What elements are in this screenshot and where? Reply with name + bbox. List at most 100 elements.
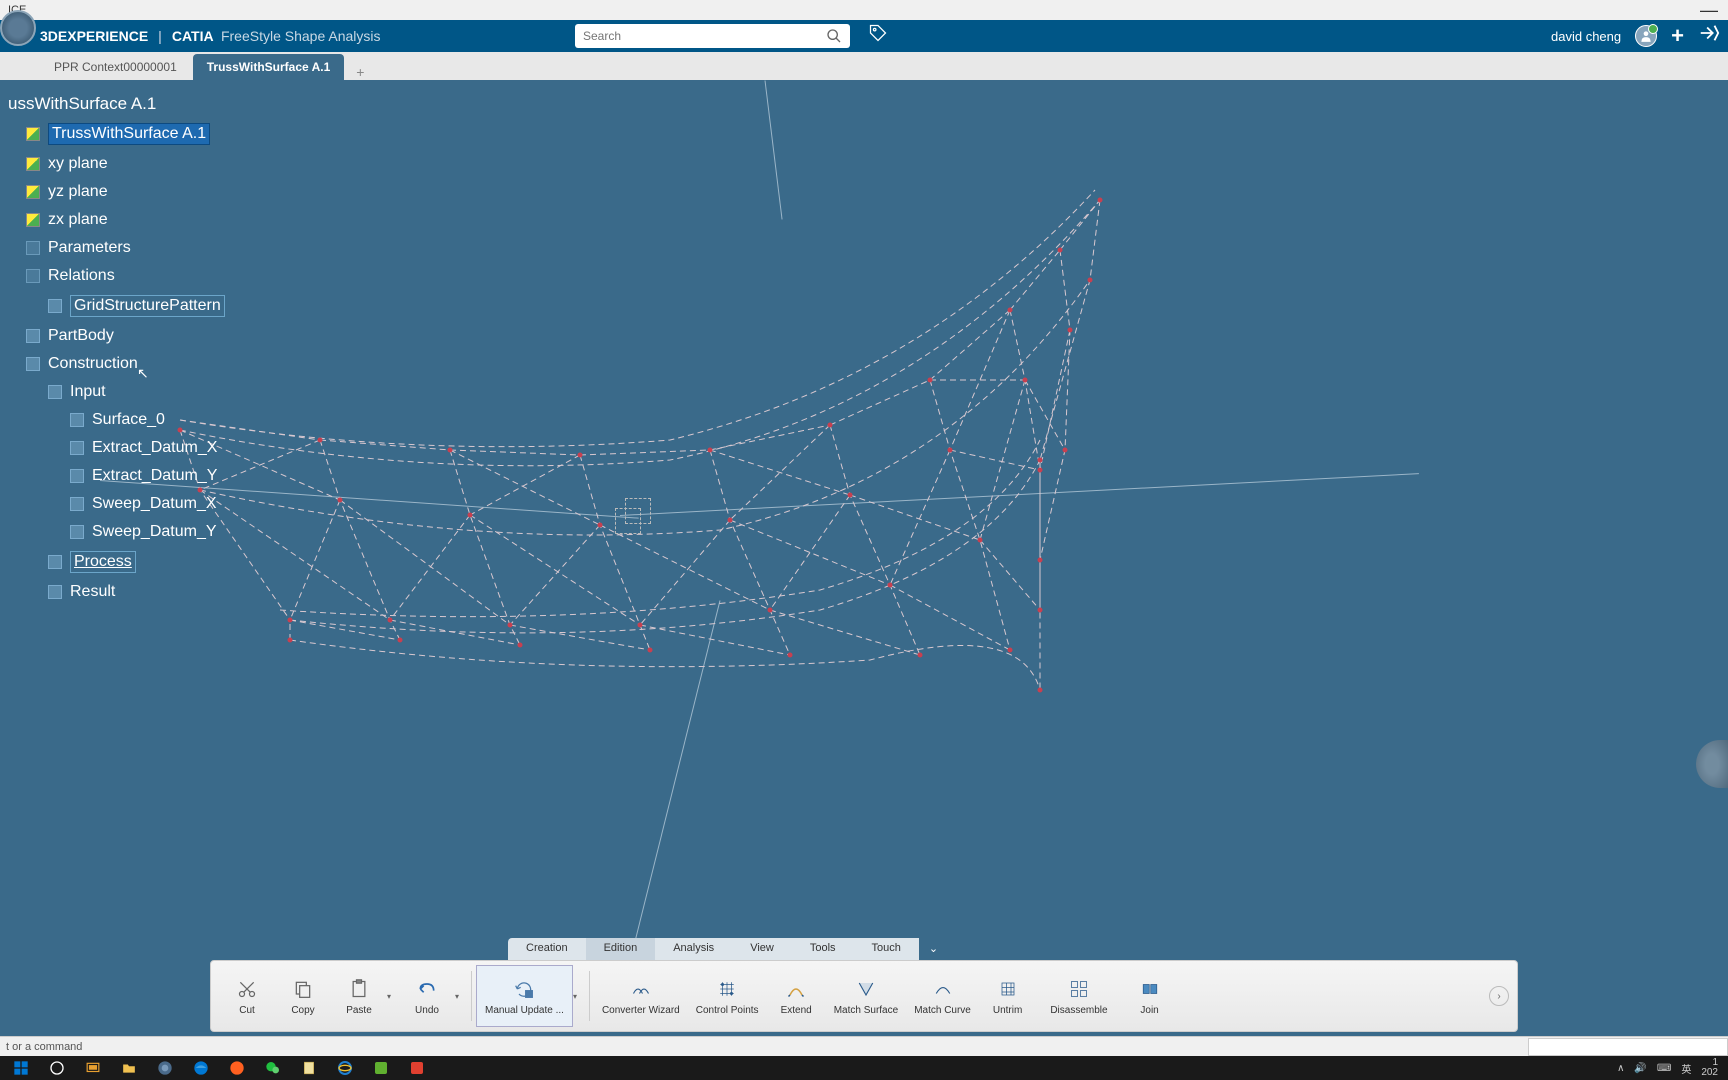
header-right: david cheng + bbox=[1551, 22, 1720, 50]
tab-creation[interactable]: Creation bbox=[508, 938, 586, 960]
tree-item-label: Result bbox=[70, 583, 115, 601]
status-input[interactable] bbox=[1528, 1038, 1728, 1056]
manual-update-button[interactable]: Manual Update ... bbox=[476, 965, 573, 1027]
paste-button[interactable]: Paste bbox=[331, 965, 387, 1027]
undo-dropdown-icon[interactable]: ▾ bbox=[455, 992, 467, 1001]
search-input[interactable] bbox=[583, 29, 826, 43]
tree-item-xy-plane[interactable]: xy plane bbox=[0, 150, 280, 178]
search-box[interactable] bbox=[575, 24, 850, 48]
tab-view[interactable]: View bbox=[732, 938, 792, 960]
cortana-icon[interactable] bbox=[40, 1057, 74, 1079]
tree-item-construction[interactable]: Construction bbox=[0, 350, 280, 378]
windows-taskbar: ∧ 🔊 ⌨ 英 1 202 bbox=[0, 1056, 1728, 1080]
tray-chevron-icon[interactable]: ∧ bbox=[1617, 1063, 1624, 1074]
tab-touch[interactable]: Touch bbox=[854, 938, 919, 960]
converter-wizard-button[interactable]: Converter Wizard bbox=[594, 965, 688, 1027]
tree-item-yz-plane[interactable]: yz plane bbox=[0, 178, 280, 206]
cut-button[interactable]: Cut bbox=[219, 965, 275, 1027]
firefox-icon[interactable] bbox=[220, 1057, 254, 1079]
minimize-icon[interactable]: — bbox=[1700, 0, 1718, 21]
tree-item-relations[interactable]: Relations bbox=[0, 262, 280, 290]
tab-edition[interactable]: Edition bbox=[586, 938, 656, 960]
tree-node-icon bbox=[70, 497, 84, 511]
tree-item-extract-datum-y[interactable]: Extract_Datum_Y bbox=[0, 462, 280, 490]
tree-item-label: Parameters bbox=[48, 239, 131, 257]
tab-analysis[interactable]: Analysis bbox=[655, 938, 732, 960]
camtasia-icon[interactable] bbox=[364, 1057, 398, 1079]
tree-item-surface-0[interactable]: Surface_0 bbox=[0, 406, 280, 434]
tree-item-label: PartBody bbox=[48, 327, 114, 345]
taskview-icon[interactable] bbox=[76, 1057, 110, 1079]
catia-icon[interactable] bbox=[148, 1057, 182, 1079]
action-toolbar: Cut Copy Paste ▾ Undo ▾ Manual Update ..… bbox=[210, 960, 1518, 1032]
origin-marker bbox=[615, 508, 641, 534]
tree-root[interactable]: ussWithSurface A.1 bbox=[0, 90, 280, 118]
match-curve-button[interactable]: Match Curve bbox=[906, 965, 979, 1027]
paste-dropdown-icon[interactable]: ▾ bbox=[387, 992, 399, 1001]
tree-node-icon bbox=[48, 385, 62, 399]
tree-node-icon bbox=[48, 555, 62, 569]
update-dropdown-icon[interactable]: ▾ bbox=[573, 992, 585, 1001]
tree-item-input[interactable]: Input bbox=[0, 378, 280, 406]
control-points-button[interactable]: Control Points bbox=[688, 965, 767, 1027]
tray-volume-icon[interactable]: 🔊 bbox=[1634, 1063, 1646, 1074]
tree-item-trusswithsurface-a-1[interactable]: TrussWithSurface A.1 bbox=[0, 118, 280, 150]
notepad-icon[interactable] bbox=[292, 1057, 326, 1079]
tray-lang-icon[interactable]: 英 bbox=[1681, 1061, 1691, 1076]
tag-icon[interactable] bbox=[868, 23, 888, 49]
undo-icon bbox=[413, 977, 441, 1001]
view-compass-icon[interactable] bbox=[1696, 740, 1728, 788]
extend-button[interactable]: Extend bbox=[767, 965, 826, 1027]
system-tray[interactable]: ∧ 🔊 ⌨ 英 1 202 bbox=[1617, 1058, 1724, 1078]
tree-item-zx-plane[interactable]: zx plane bbox=[0, 206, 280, 234]
app-icon[interactable] bbox=[400, 1057, 434, 1079]
tray-clock[interactable]: 1 202 bbox=[1701, 1058, 1718, 1078]
tab-add-icon[interactable]: + bbox=[346, 64, 374, 80]
status-bar: t or a command bbox=[0, 1036, 1728, 1056]
brand-logo: 3DEXPERIENCE | CATIA FreeStyle Shape Ana… bbox=[40, 28, 381, 44]
copy-button[interactable]: Copy bbox=[275, 965, 331, 1027]
undo-button[interactable]: Undo bbox=[399, 965, 455, 1027]
toolbar-scroll-right-icon[interactable]: › bbox=[1489, 986, 1509, 1006]
tree-node-icon bbox=[48, 585, 62, 599]
explorer-icon[interactable] bbox=[112, 1057, 146, 1079]
tree-item-extract-datum-x[interactable]: Extract_Datum_X bbox=[0, 434, 280, 462]
tree-item-sweep-datum-x[interactable]: Sweep_Datum_X bbox=[0, 490, 280, 518]
tree-item-label: Relations bbox=[48, 267, 115, 285]
search-icon[interactable] bbox=[826, 28, 842, 44]
wechat-icon[interactable] bbox=[256, 1057, 290, 1079]
app-header: 3DEXPERIENCE | CATIA FreeStyle Shape Ana… bbox=[0, 20, 1728, 52]
tree-item-result[interactable]: Result bbox=[0, 578, 280, 606]
edge-icon[interactable] bbox=[184, 1057, 218, 1079]
share-icon[interactable] bbox=[1698, 22, 1720, 50]
untrim-button[interactable]: Untrim bbox=[979, 965, 1036, 1027]
tab-tools[interactable]: Tools bbox=[792, 938, 854, 960]
grid-icon bbox=[713, 977, 741, 1001]
user-avatar-icon[interactable] bbox=[1635, 25, 1657, 47]
spec-tree[interactable]: ussWithSurface A.1 TrussWithSurface A.1x… bbox=[0, 90, 280, 606]
update-icon bbox=[510, 977, 538, 1001]
tree-item-process[interactable]: Process bbox=[0, 546, 280, 578]
tree-item-label: Sweep_Datum_Y bbox=[92, 523, 217, 541]
add-icon[interactable]: + bbox=[1671, 23, 1684, 49]
tree-node-icon bbox=[70, 525, 84, 539]
untrim-icon bbox=[994, 977, 1022, 1001]
tab-truss-surface[interactable]: TrussWithSurface A.1 bbox=[193, 54, 344, 80]
expand-tabs-icon[interactable]: ⌄ bbox=[919, 938, 948, 960]
truss-wireframe bbox=[170, 180, 1170, 720]
tray-ime-icon[interactable]: ⌨ bbox=[1657, 1063, 1671, 1074]
tab-ppr-context[interactable]: PPR Context00000001 bbox=[40, 54, 191, 80]
join-button[interactable]: Join bbox=[1122, 965, 1178, 1027]
tree-item-gridstructurepattern[interactable]: GridStructurePattern bbox=[0, 290, 280, 322]
user-name[interactable]: david cheng bbox=[1551, 29, 1621, 44]
disassemble-button[interactable]: Disassemble bbox=[1036, 965, 1121, 1027]
compass-icon[interactable] bbox=[0, 10, 36, 46]
match-surface-button[interactable]: Match Surface bbox=[826, 965, 906, 1027]
document-tabs: PPR Context00000001 TrussWithSurface A.1… bbox=[0, 52, 1728, 80]
start-button[interactable] bbox=[4, 1057, 38, 1079]
ie-icon[interactable] bbox=[328, 1057, 362, 1079]
tree-item-partbody[interactable]: PartBody bbox=[0, 322, 280, 350]
tree-item-sweep-datum-y[interactable]: Sweep_Datum_Y bbox=[0, 518, 280, 546]
tree-item-parameters[interactable]: Parameters bbox=[0, 234, 280, 262]
paste-icon bbox=[345, 977, 373, 1001]
